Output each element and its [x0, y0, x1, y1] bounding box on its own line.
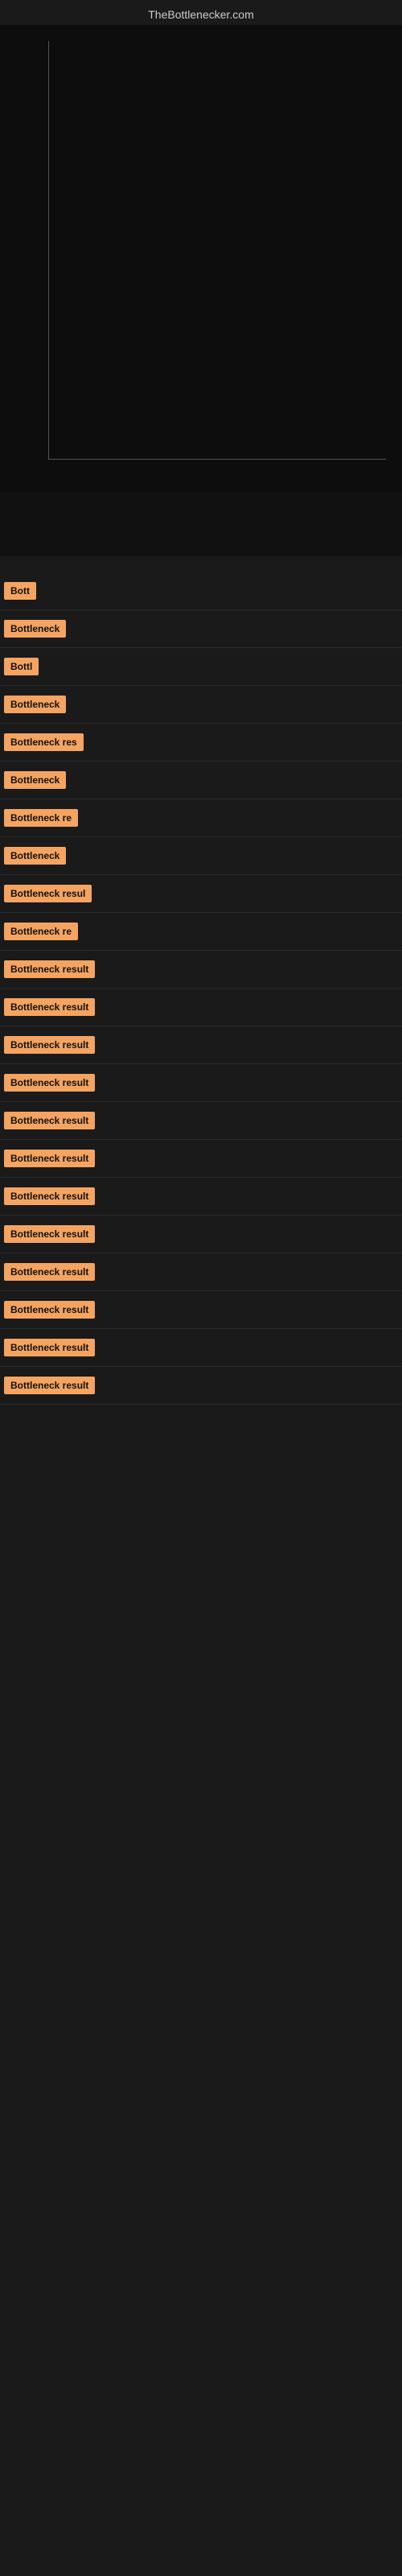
- result-row-10: Bottleneck re: [0, 913, 402, 951]
- result-row-6: Bottleneck: [0, 762, 402, 799]
- result-badge-1[interactable]: Bott: [4, 582, 36, 600]
- result-badge-10[interactable]: Bottleneck re: [4, 923, 78, 940]
- site-title-text: TheBottlenecker.com: [148, 8, 254, 21]
- result-badge-14[interactable]: Bottleneck result: [4, 1074, 95, 1092]
- result-row-7: Bottleneck re: [0, 799, 402, 837]
- result-row-20: Bottleneck result: [0, 1291, 402, 1329]
- result-badge-3[interactable]: Bottl: [4, 658, 39, 675]
- result-row-19: Bottleneck result: [0, 1253, 402, 1291]
- result-badge-18[interactable]: Bottleneck result: [4, 1225, 95, 1243]
- result-row-11: Bottleneck result: [0, 951, 402, 989]
- result-badge-13[interactable]: Bottleneck result: [4, 1036, 95, 1054]
- result-badge-2[interactable]: Bottleneck: [4, 620, 66, 638]
- result-badge-20[interactable]: Bottleneck result: [4, 1301, 95, 1319]
- results-section: Bott Bottleneck Bottl Bottleneck Bottleneck …: [0, 556, 402, 1405]
- result-badge-17[interactable]: Bottleneck result: [4, 1187, 95, 1205]
- axis-line-left: [48, 41, 49, 460]
- result-row-18: Bottleneck result: [0, 1216, 402, 1253]
- chart-area: [0, 25, 402, 492]
- result-row-16: Bottleneck result: [0, 1140, 402, 1178]
- result-badge-4[interactable]: Bottleneck: [4, 696, 66, 713]
- result-row-9: Bottleneck resul: [0, 875, 402, 913]
- result-row-12: Bottleneck result: [0, 989, 402, 1026]
- result-badge-22[interactable]: Bottleneck result: [4, 1377, 95, 1394]
- result-row-14: Bottleneck result: [0, 1064, 402, 1102]
- result-badge-15[interactable]: Bottleneck result: [4, 1112, 95, 1129]
- result-badge-8[interactable]: Bottleneck: [4, 847, 66, 865]
- result-row-5: Bottleneck res: [0, 724, 402, 762]
- result-badge-16[interactable]: Bottleneck result: [4, 1150, 95, 1167]
- result-badge-6[interactable]: Bottleneck: [4, 771, 66, 789]
- result-row-2: Bottleneck: [0, 610, 402, 648]
- spacer-1: [0, 492, 402, 556]
- result-row-4: Bottleneck: [0, 686, 402, 724]
- result-badge-19[interactable]: Bottleneck result: [4, 1263, 95, 1281]
- result-badge-11[interactable]: Bottleneck result: [4, 960, 95, 978]
- result-badge-12[interactable]: Bottleneck result: [4, 998, 95, 1016]
- result-row-17: Bottleneck result: [0, 1178, 402, 1216]
- axis-line-bottom: [48, 459, 386, 460]
- site-title: TheBottlenecker.com: [0, 0, 402, 25]
- result-row-15: Bottleneck result: [0, 1102, 402, 1140]
- result-row-22: Bottleneck result: [0, 1367, 402, 1405]
- result-badge-21[interactable]: Bottleneck result: [4, 1339, 95, 1356]
- result-badge-5[interactable]: Bottleneck res: [4, 733, 84, 751]
- result-badge-9[interactable]: Bottleneck resul: [4, 885, 92, 902]
- result-row-8: Bottleneck: [0, 837, 402, 875]
- result-badge-7[interactable]: Bottleneck re: [4, 809, 78, 827]
- result-row-13: Bottleneck result: [0, 1026, 402, 1064]
- result-row-1: Bott: [0, 572, 402, 610]
- result-row-21: Bottleneck result: [0, 1329, 402, 1367]
- result-row-3: Bottl: [0, 648, 402, 686]
